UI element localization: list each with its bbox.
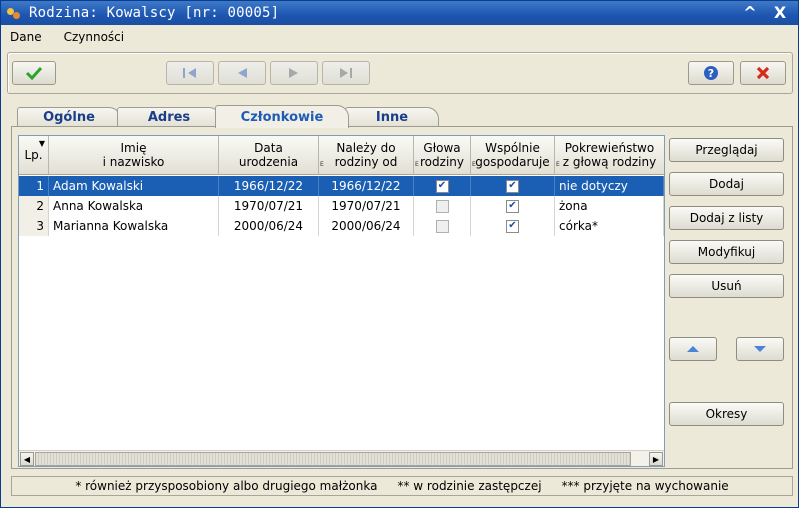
cancel-button[interactable] <box>740 61 786 85</box>
cell-member-since: 1970/07/21 <box>319 196 414 216</box>
family-window: Rodzina: Kowalscy [nr: 00005] ^ X Dane C… <box>0 0 799 508</box>
accept-button[interactable] <box>12 61 56 85</box>
cell-relation: nie dotyczy <box>555 176 664 196</box>
column-header-name[interactable]: Imię i nazwisko <box>49 136 219 175</box>
red-x-icon <box>756 66 770 80</box>
check-icon <box>25 66 43 80</box>
cell-shared: ✔ <box>471 216 555 236</box>
cell-lp: 3 <box>19 216 49 236</box>
editable-marker-icon: E <box>556 161 560 168</box>
cell-birth-date: 2000/06/24 <box>219 216 319 236</box>
previous-record-button[interactable] <box>218 61 266 85</box>
move-up-button[interactable] <box>669 337 717 361</box>
table-row[interactable]: 3 Marianna Kowalska 2000/06/24 2000/06/2… <box>19 216 664 236</box>
cell-shared: ✔ <box>471 176 555 196</box>
cell-name: Anna Kowalska <box>49 196 219 216</box>
head-checkbox[interactable] <box>435 199 449 213</box>
cell-head <box>414 216 471 236</box>
cell-member-since: 1966/12/22 <box>319 176 414 196</box>
cell-head: ✔ <box>414 176 471 196</box>
cell-name: Marianna Kowalska <box>49 216 219 236</box>
scroll-right-icon[interactable]: ▶ <box>649 452 663 466</box>
menu-bar: Dane Czynności <box>7 27 127 47</box>
menu-item-dane[interactable]: Dane <box>7 30 45 44</box>
cell-relation: córka* <box>555 216 664 236</box>
cell-lp: 2 <box>19 196 49 216</box>
table-header: ▼ Lp. Imię i nazwisko Data urodzenia E N… <box>19 136 664 175</box>
cell-name: Adam Kowalski <box>49 176 219 196</box>
editable-marker-icon: E <box>472 161 476 168</box>
head-checkbox[interactable]: ✔ <box>435 179 449 193</box>
minimize-icon[interactable]: ^ <box>742 3 758 23</box>
shared-checkbox[interactable]: ✔ <box>506 219 519 233</box>
tab-ogolne[interactable]: Ogólne <box>17 107 121 127</box>
editable-marker-icon: E <box>415 161 419 168</box>
browse-button[interactable]: Przeglądaj <box>669 138 784 162</box>
svg-text:?: ? <box>708 67 714 80</box>
question-icon: ? <box>704 66 718 80</box>
legend-note-adopted: * również przysposobiony albo drugiego m… <box>75 479 378 493</box>
cell-lp: 1 <box>19 176 49 196</box>
column-header-lp[interactable]: ▼ Lp. <box>19 136 49 175</box>
toolbar: ? <box>7 52 793 94</box>
add-button[interactable]: Dodaj <box>669 172 784 196</box>
app-icon <box>7 6 21 20</box>
table-row[interactable]: 1 Adam Kowalski 1966/12/22 1966/12/22 ✔ … <box>19 176 664 196</box>
move-down-button[interactable] <box>736 337 784 361</box>
column-header-head[interactable]: E Głowa rodziny <box>414 136 471 175</box>
modify-button[interactable]: Modyfikuj <box>669 240 784 264</box>
column-header-shared[interactable]: E Wspólnie gospodaruje <box>471 136 555 175</box>
table-row[interactable]: 2 Anna Kowalska 1970/07/21 1970/07/21 ✔ … <box>19 196 664 216</box>
arrow-down-icon <box>754 346 766 352</box>
last-record-icon <box>340 68 352 78</box>
window-title: Rodzina: Kowalscy [nr: 00005] <box>29 5 280 21</box>
cell-shared: ✔ <box>471 196 555 216</box>
tab-adres[interactable]: Adres <box>117 107 221 127</box>
legend-bar: * również przysposobiony albo drugiego m… <box>11 476 793 496</box>
column-header-member-since[interactable]: E Należy do rodziny od <box>319 136 414 175</box>
tab-czlonkowie[interactable]: Członkowie <box>215 105 349 128</box>
column-header-birth-date[interactable]: Data urodzenia <box>219 136 319 175</box>
members-panel: ▼ Lp. Imię i nazwisko Data urodzenia E N… <box>11 126 793 469</box>
first-record-icon <box>183 68 196 78</box>
cell-birth-date: 1970/07/21 <box>219 196 319 216</box>
tab-inne[interactable]: Inne <box>345 107 439 127</box>
members-table[interactable]: ▼ Lp. Imię i nazwisko Data urodzenia E N… <box>18 135 665 467</box>
head-checkbox[interactable] <box>435 219 449 233</box>
arrow-up-icon <box>687 346 699 352</box>
next-record-icon <box>289 68 298 78</box>
horizontal-scrollbar[interactable]: ◀ ▶ <box>19 450 664 466</box>
menu-item-czynnosci[interactable]: Czynności <box>61 30 128 44</box>
close-icon[interactable]: X <box>772 3 788 23</box>
sort-desc-icon: ▼ <box>38 139 45 148</box>
add-from-list-button[interactable]: Dodaj z listy <box>669 206 784 230</box>
first-record-button[interactable] <box>166 61 214 85</box>
cell-relation: żona <box>555 196 664 216</box>
shared-checkbox[interactable]: ✔ <box>506 199 519 213</box>
column-header-relation[interactable]: E Pokrewieństwo z głową rodziny <box>555 136 664 175</box>
cell-birth-date: 1966/12/22 <box>219 176 319 196</box>
scroll-left-icon[interactable]: ◀ <box>20 452 34 466</box>
delete-button[interactable]: Usuń <box>669 274 784 298</box>
help-button[interactable]: ? <box>688 61 734 85</box>
shared-checkbox[interactable]: ✔ <box>506 179 519 193</box>
next-record-button[interactable] <box>270 61 318 85</box>
scroll-thumb[interactable] <box>35 452 631 466</box>
previous-record-icon <box>238 68 247 78</box>
cell-member-since: 2000/06/24 <box>319 216 414 236</box>
title-bar[interactable]: Rodzina: Kowalscy [nr: 00005] ^ X <box>1 1 798 25</box>
last-record-button[interactable] <box>322 61 370 85</box>
legend-note-foster: ** w rodzinie zastępczej <box>397 479 542 493</box>
cell-head <box>414 196 471 216</box>
legend-note-upbringing: *** przyjęte na wychowanie <box>561 479 729 493</box>
periods-button[interactable]: Okresy <box>669 402 784 426</box>
editable-marker-icon: E <box>320 161 324 168</box>
